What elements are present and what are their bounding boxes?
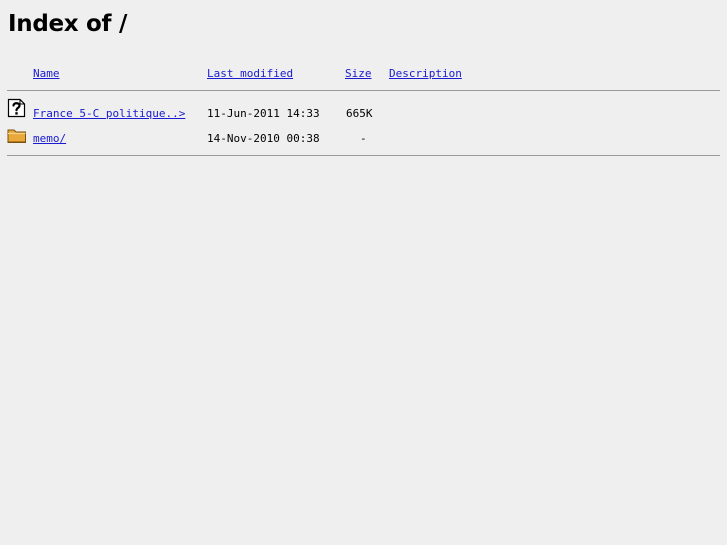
entry-size: - — [360, 132, 367, 145]
entry-last-modified: 11-Jun-2011 14:33 — [207, 107, 320, 120]
entry-name-link[interactable]: memo/ — [33, 132, 66, 146]
entry-name-link[interactable]: France 5-C politique..> — [33, 107, 185, 121]
column-header-name[interactable]: Name — [33, 67, 60, 81]
folder-icon — [7, 129, 26, 143]
entry-last-modified: 14-Nov-2010 00:38 — [207, 132, 320, 145]
entry-size: 665K — [346, 107, 373, 120]
unknown-file-icon — [7, 98, 26, 118]
column-header-description[interactable]: Description — [389, 67, 462, 81]
header-divider — [7, 90, 720, 91]
footer-divider — [7, 155, 720, 156]
page-title: Index of / — [8, 11, 128, 37]
column-header-size[interactable]: Size — [345, 67, 372, 81]
column-header-last-modified[interactable]: Last modified — [207, 67, 293, 81]
